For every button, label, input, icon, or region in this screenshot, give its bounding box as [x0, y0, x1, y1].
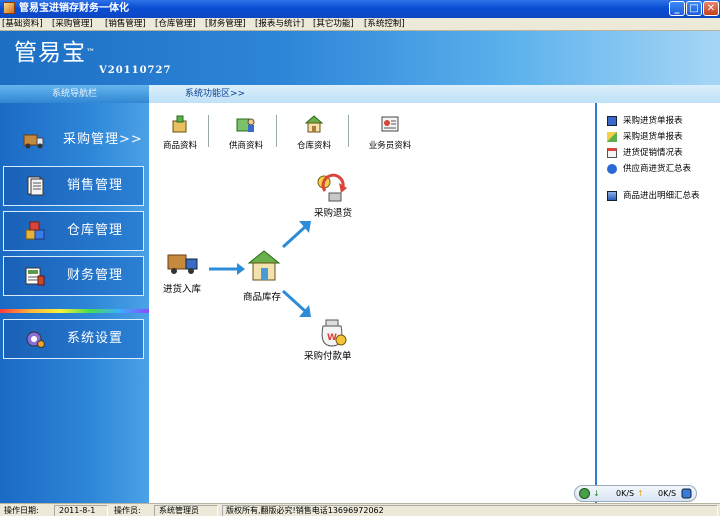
status-date: 2011-8-1: [59, 506, 96, 515]
detail-summary-icon: [607, 190, 617, 201]
quick-warehouse[interactable]: 仓库资料: [292, 115, 336, 155]
tab-functions[interactable]: 系统功能区>>: [149, 85, 720, 103]
status-notice: 版权所有,翻版必究!销售电话13696972062: [226, 506, 384, 515]
return-report-icon: [607, 131, 617, 142]
truck-icon: [167, 254, 198, 274]
window-title: 管易宝进销存财务一体化: [19, 3, 129, 14]
flow-inventory[interactable]: 商品库存: [243, 289, 281, 303]
sidebar-item-label: 财务管理: [67, 268, 124, 283]
sidebar: 采购管理>> 销售管理 仓库管理 财务管理 系统设置: [0, 103, 149, 503]
flow-inbound[interactable]: 进货入库: [163, 281, 201, 295]
boxes-icon: [25, 221, 45, 240]
svg-text:W: W: [327, 333, 337, 343]
staff-icon: [381, 116, 399, 132]
arrow-down-right-icon: [281, 289, 311, 317]
sidebar-item-label: 采购管理>>: [63, 132, 143, 147]
quick-supplier[interactable]: 供商资料: [224, 115, 268, 155]
report-link-purchase[interactable]: 采购进货单报表: [607, 114, 683, 128]
sidebar-item-purchase[interactable]: 采购管理>>: [3, 121, 144, 161]
gear-icon: [26, 331, 45, 348]
warehouse-icon: [247, 250, 281, 281]
maximize-button[interactable]: □: [686, 1, 702, 16]
arrow-up-right-icon: [281, 221, 311, 249]
sidebar-item-label: 系统设置: [67, 331, 124, 346]
menu-finance[interactable]: [财务管理]: [205, 18, 246, 30]
document-icon: [27, 176, 44, 196]
menu-bar: [基础资料] [采购管理] [销售管理] [仓库管理] [财务管理] [报表与统…: [0, 18, 720, 31]
menu-warehouse[interactable]: [仓库管理]: [155, 18, 196, 30]
quick-separator: [348, 115, 349, 147]
report-link-supplier-summary[interactable]: 供应商进货汇总表: [607, 162, 691, 176]
truck-icon: [23, 134, 44, 149]
menu-purchase[interactable]: [采购管理]: [52, 18, 93, 30]
report-link-return[interactable]: 采购退货单报表: [607, 130, 683, 144]
sidebar-item-warehouse[interactable]: 仓库管理: [3, 211, 144, 251]
status-operator-label: 操作员:: [114, 506, 141, 515]
status-operator: 系统管理员: [159, 506, 199, 515]
network-meter: ↓ 0K/S ↑ 0K/S: [574, 485, 697, 502]
close-button[interactable]: ✕: [703, 1, 719, 16]
download-arrow-icon: ↓: [593, 489, 600, 498]
tab-nav-header: 系统导航栏: [0, 85, 149, 103]
sidebar-item-finance[interactable]: 财务管理: [3, 256, 144, 296]
report-link-detail-summary[interactable]: 商品进出明细汇总表: [607, 189, 700, 203]
quick-product[interactable]: 商品资料: [160, 115, 200, 155]
flow-return[interactable]: 采购退货: [314, 205, 352, 219]
status-date-label: 操作日期:: [4, 506, 39, 515]
menu-other[interactable]: [其它功能]: [313, 18, 354, 30]
sidebar-divider: [0, 309, 149, 313]
return-icon: [317, 173, 347, 202]
report-link-promo[interactable]: 进货促销情况表: [607, 146, 683, 160]
brand-logo: 管易宝™: [14, 40, 96, 66]
menu-system[interactable]: [系统控制]: [364, 18, 405, 30]
arrow-right-icon: [209, 263, 245, 275]
header-banner: 管易宝™ V20110727: [0, 31, 720, 85]
title-bar: 管易宝进销存财务一体化 _ □ ✕: [0, 0, 720, 18]
promo-report-icon: [607, 147, 617, 158]
upload-speed: 0K/S: [658, 489, 677, 498]
supplier-icon: [236, 118, 255, 132]
menu-sales[interactable]: [销售管理]: [105, 18, 146, 30]
minimize-button[interactable]: _: [669, 1, 685, 16]
sidebar-item-label: 销售管理: [67, 178, 124, 193]
main-content: 商品资料 供商资料 仓库资料 业务员资料 进货入库 商品库存 采购退货 W 采购…: [149, 103, 597, 503]
flow-payment[interactable]: 采购付款单: [304, 348, 352, 362]
report-icon: [607, 115, 617, 126]
quick-staff[interactable]: 业务员资料: [363, 115, 417, 155]
ledger-icon: [25, 267, 45, 286]
version-label: V20110727: [99, 65, 172, 76]
app-icon: [3, 2, 15, 14]
sidebar-item-label: 仓库管理: [67, 223, 124, 238]
money-bag-icon: W: [321, 319, 347, 347]
status-bar: 操作日期: 2011-8-1 操作员: 系统管理员 版权所有,翻版必究!销售电话…: [0, 503, 720, 516]
tab-functions-label: 系统功能区>>: [185, 89, 246, 99]
app-window: 管易宝进销存财务一体化 _ □ ✕ [基础资料] [采购管理] [销售管理] […: [0, 0, 720, 516]
sidebar-item-settings[interactable]: 系统设置: [3, 319, 144, 359]
report-panel: 采购进货单报表 采购退货单报表 进货促销情况表 供应商进货汇总表 商品进出明细汇…: [597, 103, 720, 503]
quick-separator: [276, 115, 277, 147]
quick-separator: [208, 115, 209, 147]
product-icon: [172, 115, 187, 133]
warehouse-icon: [304, 115, 324, 133]
supplier-summary-icon: [607, 163, 617, 174]
download-speed: 0K/S: [616, 489, 635, 498]
upload-arrow-icon: ↑: [637, 489, 644, 498]
network-globe-icon: [579, 488, 590, 499]
sidebar-item-sales[interactable]: 销售管理: [3, 166, 144, 206]
menu-reports[interactable]: [报表与统计]: [255, 18, 304, 30]
network-settings-icon[interactable]: [681, 488, 692, 499]
menu-basic-data[interactable]: [基础资料]: [2, 18, 43, 30]
